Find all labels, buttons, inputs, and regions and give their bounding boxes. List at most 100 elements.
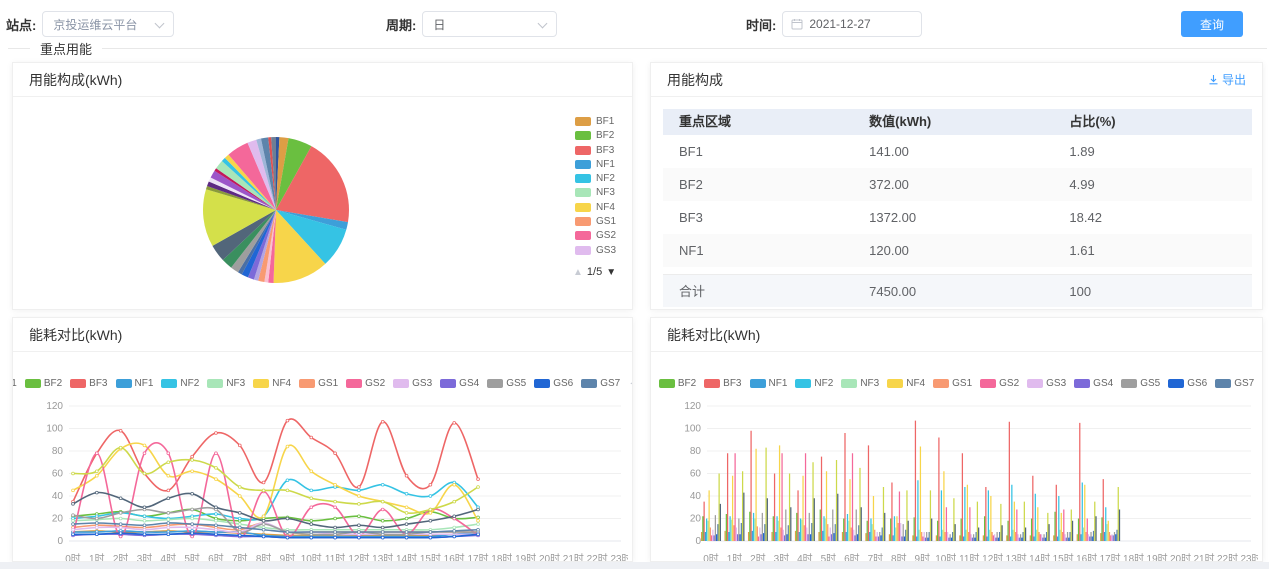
legend-item-NF4[interactable]: NF4 [887,378,925,389]
legend-item-NF4[interactable]: NF4 [253,378,291,389]
legend-item-BF2[interactable]: BF2 [659,378,696,389]
legend-item-BF3[interactable]: BF3 [70,378,107,389]
bar-GS3 [1064,534,1065,541]
legend-item-NF2[interactable]: NF2 [161,378,199,389]
legend-item-GS6[interactable]: GS6 [534,378,573,389]
x-axis-tick: 22时 [587,553,608,562]
legend-item-BF1[interactable]: BF1 [12,378,17,389]
table-scroll-area[interactable]: BF1141.001.89BF2372.004.99BF31372.0018.4… [663,135,1252,274]
legend-item-BF3[interactable]: BF3 [704,378,741,389]
data-point [191,517,194,520]
legend-item-NF3[interactable]: NF3 [207,378,245,389]
y-axis-tick: 20 [52,514,64,525]
legend-item-NF4[interactable]: NF4 [575,203,633,212]
data-point [143,528,146,531]
bar-NF4 [755,449,756,541]
panel-energy-comparison-bar: 能耗对比(kWh) BF1BF2BF3NF1NF2NF3NF4GS1GS2GS3… [650,317,1263,562]
table-header-cell: 数值(kWh) [869,109,1069,135]
legend-item-NF2[interactable]: NF2 [795,378,833,389]
legend-next-button[interactable]: ▼ [606,267,616,278]
legend-item-NF2[interactable]: NF2 [575,174,633,183]
legend-item-GS3[interactable]: GS3 [575,246,633,255]
data-point [191,526,194,529]
data-point [191,470,194,473]
data-point [453,526,456,529]
bar-BF1 [818,532,819,541]
data-point [358,486,361,489]
bar-GS5 [1043,534,1044,541]
period-select[interactable]: 日 [422,11,557,37]
bar-BF3 [1056,485,1057,541]
legend-swatch [575,117,591,126]
legend-item-GS2[interactable]: GS2 [980,378,1019,389]
legend-item-GS3[interactable]: GS3 [1027,378,1066,389]
data-point [358,531,361,534]
bar-NF3 [1012,530,1013,541]
legend-item-GS6[interactable]: GS6 [1168,378,1207,389]
x-axis-tick: 13时 [1006,553,1027,562]
data-point [238,531,241,534]
site-select[interactable]: 京投运维云平台 [42,11,174,37]
legend-prev-button[interactable]: ◀ [630,378,633,389]
bar-GS2 [1087,519,1088,542]
x-axis-tick: 19时 [1147,553,1168,562]
legend-item-GS1[interactable]: GS1 [575,217,633,226]
bar-NF2 [1035,494,1036,541]
bar-GS6 [833,533,834,541]
legend-item-GS2[interactable]: GS2 [346,378,385,389]
legend-item-GS4[interactable]: GS4 [440,378,479,389]
legend-item-GS7[interactable]: GS7 [581,378,620,389]
legend-item-GS4[interactable]: GS4 [1074,378,1113,389]
export-button[interactable]: 导出 [1208,63,1246,97]
data-point [167,522,170,525]
date-input[interactable] [809,17,909,31]
legend-item-GS7[interactable]: GS7 [1215,378,1254,389]
data-point [477,519,480,522]
query-button[interactable]: 查询 [1181,11,1243,37]
legend-label: GS4 [459,378,479,389]
data-point [143,444,146,447]
legend-item-NF1[interactable]: NF1 [116,378,154,389]
legend-item-BF2[interactable]: BF2 [575,131,633,140]
bar-GS7 [929,532,930,541]
legend-prev-button[interactable]: ▲ [573,267,583,278]
data-point [72,528,75,531]
bar-unlabeled-2 [1072,521,1073,541]
legend-item-BF1[interactable]: BF1 [575,117,633,126]
legend-item-BF3[interactable]: BF3 [575,146,633,155]
bar-BF1 [983,535,984,541]
bar-BF1 [1006,535,1007,541]
legend-item-NF1[interactable]: NF1 [750,378,788,389]
x-axis-tick: 1时 [727,553,743,562]
x-axis-tick: 18时 [491,553,512,562]
x-axis-tick: 5时 [821,553,837,562]
bar-GS2 [875,537,876,542]
data-point [95,474,98,477]
legend-item-GS3[interactable]: GS3 [393,378,432,389]
bar-GS6 [716,534,717,541]
legend-item-BF2[interactable]: BF2 [25,378,62,389]
bar-GS4 [972,538,973,541]
date-picker[interactable] [782,11,922,37]
legend-item-GS5[interactable]: GS5 [1121,378,1160,389]
legend-item-GS1[interactable]: GS1 [933,378,972,389]
bar-GS7 [976,532,977,541]
data-point [143,506,146,509]
bar-unlabeled-1 [1000,504,1001,541]
legend-item-BF1[interactable]: BF1 [650,378,651,389]
x-axis-tick: 2时 [750,553,766,562]
bar-NF4 [1084,485,1085,541]
legend-item-NF3[interactable]: NF3 [575,188,633,197]
legend-item-NF3[interactable]: NF3 [841,378,879,389]
legend-item-GS1[interactable]: GS1 [299,378,338,389]
bar-GS7 [905,530,906,541]
bar-BF3 [704,502,705,541]
bar-GS7 [811,523,812,541]
toolbar: 站点: 京投运维云平台 周期: 日 时间: 查询 [0,0,1269,40]
bar-BF2 [1078,519,1079,542]
legend-item-GS5[interactable]: GS5 [487,378,526,389]
bar-GS2 [1016,510,1017,542]
bar-NF1 [799,532,800,541]
legend-item-NF1[interactable]: NF1 [575,160,633,169]
legend-item-GS2[interactable]: GS2 [575,231,633,240]
